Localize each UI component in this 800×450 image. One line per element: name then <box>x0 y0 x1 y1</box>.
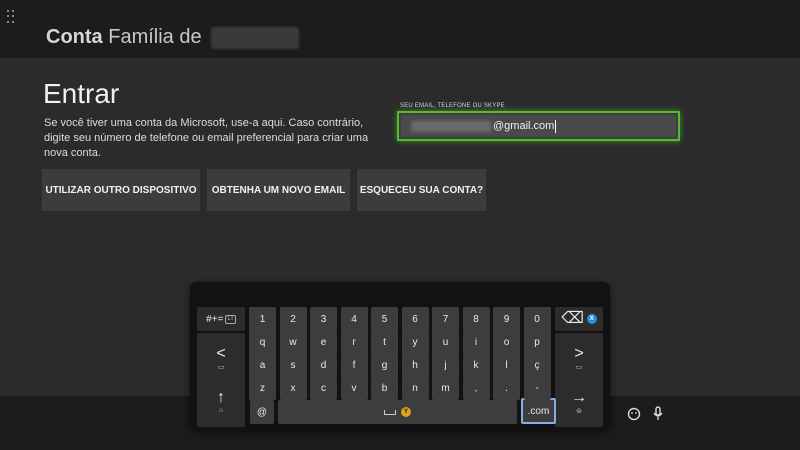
forgot-account-button[interactable]: ESQUECEU SUA CONTA? <box>357 169 486 211</box>
letter-key[interactable]: x <box>279 376 307 400</box>
text-caret <box>555 119 557 133</box>
letter-key[interactable]: t <box>371 330 398 354</box>
use-other-device-button[interactable]: UTILIZAR OUTRO DISPOSITIVO <box>42 169 200 211</box>
lt-trigger-icon: LT <box>225 314 236 324</box>
space-icon <box>384 409 396 415</box>
get-new-email-button[interactable]: OBTENHA UM NOVO EMAIL <box>207 169 350 211</box>
digit-key[interactable]: 3 <box>310 307 337 331</box>
email-field[interactable]: @gmail.com <box>397 111 680 141</box>
dotcom-key[interactable]: .com <box>521 398 556 424</box>
letter-key[interactable]: n <box>401 376 429 400</box>
menu-grip-icon[interactable] <box>7 10 15 24</box>
shift-key[interactable]: ↑ ⌂ <box>197 377 245 427</box>
x-button-icon: X <box>586 314 597 324</box>
chevron-left-icon: < <box>216 344 226 362</box>
chevron-right-icon: > <box>574 344 584 362</box>
lb-bumper-icon: ▭ <box>217 363 225 371</box>
email-field-label: SEU EMAIL, TELEFONE OU SKYPE <box>400 103 505 109</box>
enter-arrow-icon: → <box>571 388 587 406</box>
digit-key[interactable]: 9 <box>493 307 520 331</box>
digit-key[interactable]: 2 <box>279 307 307 331</box>
enter-key[interactable]: → ⊜ <box>555 377 603 427</box>
redacted-email-user <box>411 120 491 132</box>
letter-key[interactable]: r <box>340 330 368 354</box>
letter-key[interactable]: o <box>493 330 520 354</box>
digit-key[interactable]: 1 <box>249 307 276 331</box>
letter-key[interactable]: , <box>462 376 490 400</box>
letter-key[interactable]: z <box>249 376 276 400</box>
on-screen-keyboard: #+= LT ⌫ X < ▭ > ▭ ↑ ⌂ → ⊜ @ Y .com 1234… <box>190 282 610 430</box>
digit-key[interactable]: 5 <box>371 307 398 331</box>
left-stick-icon: ⌂ <box>218 407 224 414</box>
email-field-value: @gmail.com <box>493 120 555 132</box>
microphone-icon[interactable] <box>649 405 667 423</box>
space-key[interactable]: Y <box>278 400 517 424</box>
emoji-icon[interactable] <box>625 405 643 423</box>
letter-key[interactable]: h <box>401 353 429 377</box>
symbols-key-label: #+= <box>206 313 224 325</box>
keyboard-extras <box>625 405 667 423</box>
signin-title: Entrar <box>43 78 120 109</box>
letter-key[interactable]: e <box>310 330 337 354</box>
letter-key[interactable]: y <box>401 330 429 354</box>
digit-key[interactable]: 7 <box>432 307 459 331</box>
menu-button-icon: ⊜ <box>576 407 582 415</box>
letter-key[interactable]: p <box>523 330 551 354</box>
letter-key[interactable]: c <box>310 376 337 400</box>
letter-key[interactable]: m <box>432 376 459 400</box>
letter-key[interactable]: w <box>279 330 307 354</box>
letter-key[interactable]: k <box>462 353 490 377</box>
symbols-key[interactable]: #+= LT <box>197 307 245 331</box>
at-key[interactable]: @ <box>250 400 274 424</box>
backspace-key[interactable]: ⌫ X <box>555 307 603 331</box>
letter-key[interactable]: b <box>371 376 398 400</box>
digit-key[interactable]: 4 <box>340 307 368 331</box>
letter-key[interactable]: ç <box>523 353 551 377</box>
letter-key[interactable]: v <box>340 376 368 400</box>
y-button-icon: Y <box>401 407 411 417</box>
letter-key[interactable]: . <box>493 376 520 400</box>
letter-key[interactable]: a <box>249 353 276 377</box>
page-title: Conta Família de <box>46 26 300 49</box>
letter-key[interactable]: j <box>432 353 459 377</box>
email-field-inner[interactable]: @gmail.com <box>401 115 676 137</box>
top-bar: Conta Família de <box>0 0 800 58</box>
digit-key[interactable]: 8 <box>462 307 490 331</box>
page-title-bold: Conta <box>46 26 103 48</box>
rb-bumper-icon: ▭ <box>575 363 583 371</box>
letter-key[interactable]: g <box>371 353 398 377</box>
letter-key[interactable]: - <box>523 376 551 400</box>
digit-key[interactable]: 6 <box>401 307 429 331</box>
letter-key[interactable]: s <box>279 353 307 377</box>
letter-key[interactable]: f <box>340 353 368 377</box>
digit-key[interactable]: 0 <box>523 307 551 331</box>
signin-description: Se você tiver uma conta da Microsoft, us… <box>44 117 369 159</box>
cursor-left-key[interactable]: < ▭ <box>197 333 245 383</box>
cursor-right-key[interactable]: > ▭ <box>555 333 603 383</box>
letter-key[interactable]: i <box>462 330 490 354</box>
letter-key[interactable]: l <box>493 353 520 377</box>
redacted-name <box>211 26 300 49</box>
letter-key[interactable]: d <box>310 353 337 377</box>
shift-arrow-icon: ↑ <box>217 389 225 406</box>
page-title-rest: Família de <box>108 26 202 48</box>
letter-key[interactable]: u <box>432 330 459 354</box>
letter-key[interactable]: q <box>249 330 276 354</box>
backspace-icon: ⌫ <box>561 310 584 327</box>
